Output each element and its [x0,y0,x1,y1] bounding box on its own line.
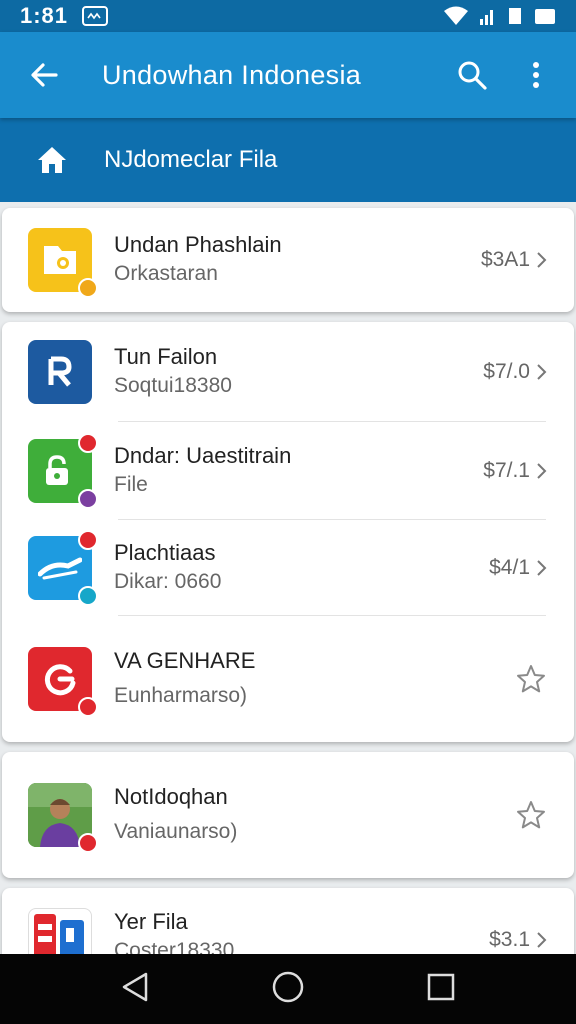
list-item[interactable]: VA GENHARE Eunharmarso) [2,616,574,742]
app-actions [440,43,568,107]
item-price: $7/.1 [483,459,530,482]
recents-square-icon[interactable] [426,972,456,1007]
item-price: $3A1 [480,248,530,271]
screen: 1:81 Undowhan Indonesia NJdomeclar Fila … [0,0,576,1024]
chevron-right-icon [537,252,547,268]
item-subtitle: Orkastaran [114,262,218,285]
item-title: Dndar: Uaestitrain [114,443,292,468]
app-title: Undowhan Indonesia [102,59,362,90]
item-title: Undan Phashlain [114,232,282,257]
status-icons [444,6,556,26]
item-title: Plachtiaas [114,540,216,565]
item-subtitle: Dikar: 0660 [114,570,222,593]
status-time: 1:81 [20,3,69,28]
list-card: Tun Failon Soqtui18380 $7/.0 Dndar: Uaes… [2,322,574,742]
star-icon[interactable] [516,664,546,694]
chevron-right-icon [537,463,547,479]
navigation-bar [0,954,576,1024]
airline-app-icon [28,530,98,606]
item-subtitle: Soqtui18380 [114,374,232,397]
badge-icon [78,833,98,853]
folder-app-icon [28,228,98,298]
item-title: Yer Fila [114,909,188,934]
chevron-right-icon [537,364,547,380]
sub-header[interactable]: NJdomeclar Fila [0,118,576,202]
item-texts: NotIdoqhan Vaniaunarso) [114,783,516,847]
chevron-right-icon [537,560,547,576]
list-item[interactable]: Plachtiaas Dikar: 0660 $4/1 [2,520,574,616]
badge-icon [78,433,98,453]
more-vert-icon[interactable] [504,43,568,107]
item-title: NotIdoqhan [114,784,228,809]
badge-icon [78,586,98,606]
battery-icon [534,7,556,25]
item-trail: $7/.0 [483,360,548,384]
item-trail: $3A1 [481,248,548,272]
item-subtitle: File [114,473,148,496]
notification-icon [82,6,109,26]
back-triangle-icon[interactable] [120,971,150,1008]
list-item[interactable]: NotIdoqhan Vaniaunarso) [2,752,574,878]
wifi-icon [444,6,468,26]
item-price: $3.1 [489,928,530,951]
item-title: Tun Failon [114,344,218,369]
item-texts: Plachtiaas Dikar: 0660 [114,539,489,597]
item-title: VA GENHARE [114,648,256,673]
item-trail: $7/.1 [483,459,548,483]
list-item[interactable]: Dndar: Uaestitrain File $7/.1 [2,422,574,520]
item-trail: $3.1 [489,928,548,952]
badge-icon [78,697,98,717]
refresh-app-icon [28,647,98,717]
list-card: NotIdoqhan Vaniaunarso) [2,752,574,878]
home-icon [22,130,82,190]
item-texts: Dndar: Uaestitrain File [114,442,483,500]
item-subtitle: Eunharmarso) [114,684,248,707]
signal-icon [480,7,496,25]
avatar-photo [28,783,98,853]
item-texts: Undan Phashlain Orkastaran [114,231,481,289]
list-item[interactable]: Tun Failon Soqtui18380 $7/.0 [2,322,574,422]
sub-header-title: NJdomeclar Fila [104,146,278,173]
badge-icon [78,530,98,550]
item-price: $4/1 [489,556,530,579]
chevron-right-icon [537,932,547,948]
list-item[interactable]: Undan Phashlain Orkastaran $3A1 [2,208,574,312]
back-arrow-icon[interactable] [12,43,76,107]
sim-icon [508,7,522,25]
badge-icon [78,489,98,509]
item-price: $7/.0 [483,360,530,383]
list-card: Undan Phashlain Orkastaran $3A1 [2,208,574,312]
item-texts: Tun Failon Soqtui18380 [114,343,483,401]
r-app-icon [28,340,92,404]
app-bar: Undowhan Indonesia [0,32,576,118]
badge-icon [78,278,98,298]
home-circle-icon[interactable] [271,970,305,1009]
item-subtitle: Vaniaunarso) [114,820,238,843]
item-texts: VA GENHARE Eunharmarso) [114,647,516,711]
status-bar: 1:81 [0,0,576,32]
search-icon[interactable] [440,43,504,107]
item-trail: $4/1 [489,556,548,580]
lock-app-icon [28,433,98,509]
star-icon[interactable] [516,800,546,830]
